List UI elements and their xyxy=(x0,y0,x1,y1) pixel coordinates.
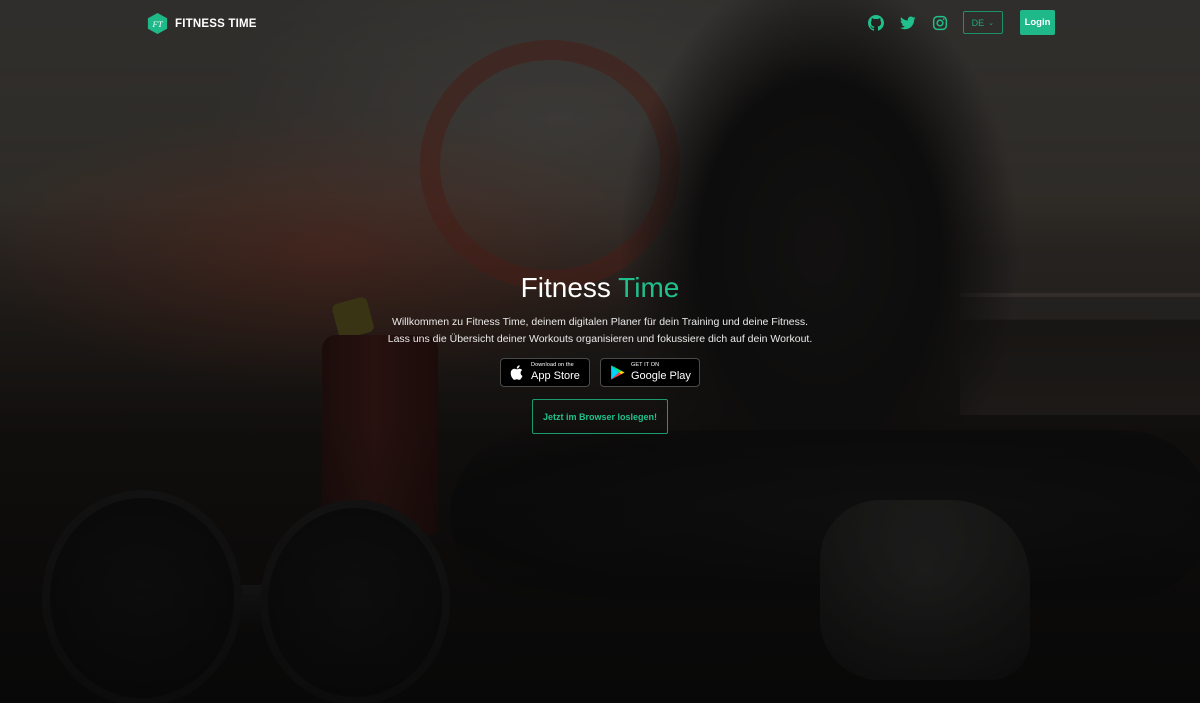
app-store-small-text: Download on the xyxy=(531,362,574,369)
google-play-big-text: Google Play xyxy=(631,369,691,382)
hero-description-line1: Willkommen zu Fitness Time, deinem digit… xyxy=(391,316,809,328)
app-store-text: Download on the App Store xyxy=(531,363,580,382)
google-play-button[interactable]: GET IT ON Google Play xyxy=(600,358,700,387)
top-navbar: FT FITNESS TIME DE ⌄ Login xyxy=(0,0,1200,46)
app-store-button[interactable]: Download on the App Store xyxy=(500,358,590,387)
language-select-value: DE xyxy=(971,17,985,28)
page: FT FITNESS TIME DE ⌄ Login Fitness Time … xyxy=(0,0,1200,703)
hero-section: Fitness Time Willkommen zu Fitness Time,… xyxy=(0,268,1200,434)
hero-title: Fitness Time xyxy=(0,268,1200,308)
instagram-icon[interactable] xyxy=(931,14,949,32)
twitter-icon[interactable] xyxy=(899,14,917,32)
navbar-right: DE ⌄ Login xyxy=(867,10,1055,35)
google-play-icon xyxy=(611,365,625,380)
hero-description-line2: Lass uns die Übersicht deiner Workouts o… xyxy=(387,333,813,345)
chevron-down-icon: ⌄ xyxy=(988,19,994,27)
apple-icon xyxy=(510,365,523,380)
app-store-big-text: App Store xyxy=(531,369,580,382)
brand-link[interactable]: FT FITNESS TIME xyxy=(146,12,257,35)
google-play-small-text: GET IT ON xyxy=(631,362,660,369)
hero-description: Willkommen zu Fitness Time, deinem digit… xyxy=(0,314,1200,348)
hero-title-part1: Fitness xyxy=(520,272,611,303)
start-in-browser-button[interactable]: Jetzt im Browser loslegen! xyxy=(532,399,668,434)
google-play-text: GET IT ON Google Play xyxy=(631,363,691,382)
github-icon[interactable] xyxy=(867,14,885,32)
brand-logo-text: FT xyxy=(151,19,163,29)
store-badges: Download on the App Store GET IT ON Goog… xyxy=(0,358,1200,387)
language-select[interactable]: DE ⌄ xyxy=(962,11,1003,34)
hero-title-part2: Time xyxy=(618,272,680,303)
brand-name: FITNESS TIME xyxy=(175,17,257,30)
brand-logo-icon: FT xyxy=(147,12,168,35)
login-button[interactable]: Login xyxy=(1020,10,1055,35)
